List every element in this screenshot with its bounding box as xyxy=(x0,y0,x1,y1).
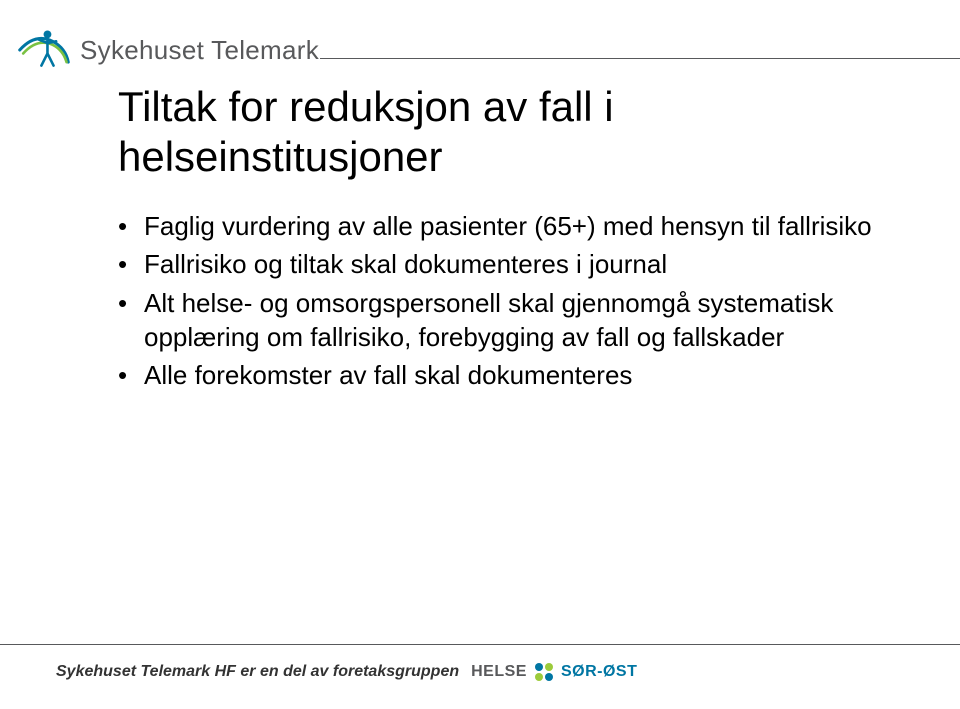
list-item: Fallrisiko og tiltak skal dokumenteres i… xyxy=(118,247,900,281)
footer: Sykehuset Telemark HF er en del av foret… xyxy=(56,659,637,685)
list-item: Faglig vurdering av alle pasienter (65+)… xyxy=(118,209,900,243)
person-swoosh-icon xyxy=(18,24,70,76)
header-divider xyxy=(320,58,960,59)
slide-title: Tiltak for reduksjon av fall i helseinst… xyxy=(118,82,900,181)
list-item: Alle forekomster av fall skal dokumenter… xyxy=(118,358,900,392)
footer-brand-word-1: HELSE xyxy=(471,663,527,681)
footer-divider xyxy=(0,644,960,645)
logo-text: Sykehuset Telemark xyxy=(80,35,319,66)
header-logo: Sykehuset Telemark xyxy=(18,24,319,76)
bullet-list: Faglig vurdering av alle pasienter (65+)… xyxy=(118,209,900,393)
slide: Sykehuset Telemark Tiltak for reduksjon … xyxy=(0,0,960,709)
helse-sor-ost-logo: HELSE SØR-ØST xyxy=(471,659,637,685)
list-item: Alt helse- og omsorgspersonell skal gjen… xyxy=(118,286,900,355)
footer-brand-word-2: SØR-ØST xyxy=(561,663,637,681)
dots-icon xyxy=(531,659,557,685)
content-area: Tiltak for reduksjon av fall i helseinst… xyxy=(118,82,900,397)
footer-text: Sykehuset Telemark HF er en del av foret… xyxy=(56,663,459,681)
